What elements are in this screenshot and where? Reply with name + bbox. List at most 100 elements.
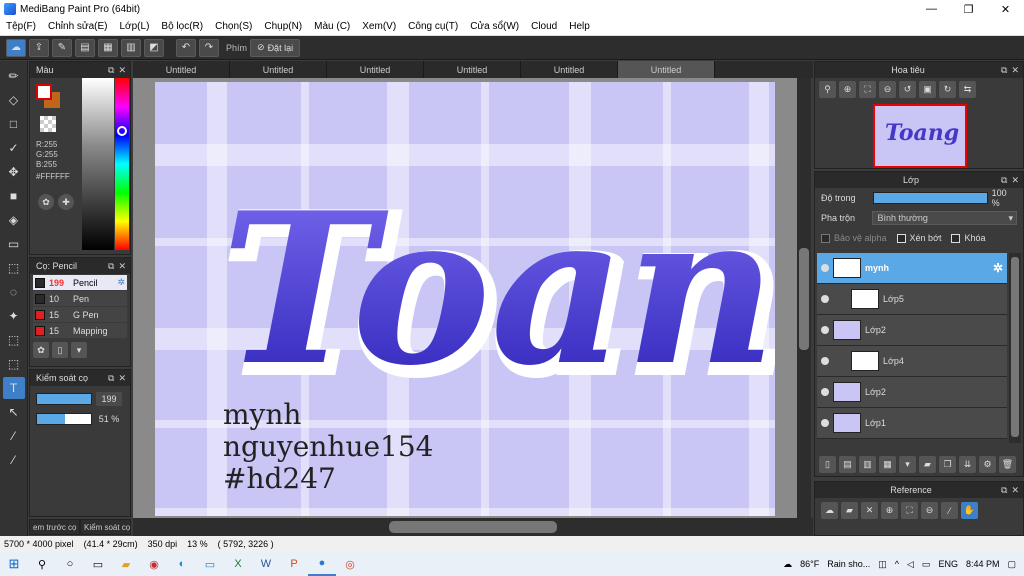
fit-icon[interactable]: ⛶ (901, 502, 918, 519)
close-icon[interactable]: ✕ (1011, 175, 1019, 186)
fit-icon[interactable]: ⛶ (859, 81, 876, 98)
brush-menu-icon[interactable]: ▾ (71, 342, 87, 358)
brush-item-mapping[interactable]: 15 Mapping (33, 323, 127, 338)
undock-icon[interactable]: ⧉ (1001, 175, 1007, 186)
layer-scrollbar[interactable] (1009, 253, 1021, 443)
gradient-tool-icon[interactable]: ▭ (3, 233, 25, 255)
artboard[interactable]: Toang Toang mynh nguyenhue154 #hd247 (155, 82, 775, 516)
redo-icon[interactable]: ↷ (199, 38, 219, 57)
excel-icon[interactable]: X (224, 552, 252, 576)
grid-icon[interactable]: ▥ (121, 38, 141, 57)
clipping-checkbox[interactable] (896, 233, 906, 243)
language-indicator[interactable]: ENG (938, 559, 958, 569)
text-box-icon[interactable]: ▤ (75, 38, 95, 57)
hand-tool-icon[interactable]: ⁄ (3, 449, 25, 471)
navigator-thumbnail[interactable]: Toang (873, 104, 967, 168)
folder-icon[interactable]: ▰ (919, 456, 936, 473)
chrome-icon[interactable]: ◎ (336, 552, 364, 576)
undock-icon[interactable]: ⧉ (1001, 65, 1007, 76)
scroll-thumb[interactable] (389, 521, 557, 533)
windows-start-icon[interactable]: ⊞ (0, 552, 28, 576)
visibility-icon[interactable] (821, 419, 829, 427)
weather-text[interactable]: Rain sho... (827, 559, 870, 569)
text-tool-icon[interactable]: T (2, 377, 25, 399)
upload-icon[interactable]: ⇪ (29, 38, 49, 57)
battery-icon[interactable]: ▭ (922, 559, 931, 570)
merge-down-icon[interactable]: ⇊ (959, 456, 976, 473)
zoom-search-icon[interactable]: ⚲ (819, 81, 836, 98)
app-icon[interactable]: ◉ (140, 552, 168, 576)
menu-window[interactable]: Cửa sổ(W) (464, 21, 525, 32)
operation-tool-icon[interactable]: ↖ (3, 401, 25, 423)
fill-rect-tool-icon[interactable]: ■ (3, 185, 25, 207)
zoom-out-icon[interactable]: ⊖ (921, 502, 938, 519)
menu-layer[interactable]: Lớp(L) (114, 21, 156, 32)
menu-cloud[interactable]: Cloud (525, 21, 563, 32)
lasso-tool-icon[interactable]: ◌ (3, 281, 25, 303)
doc-tab[interactable]: Untitled (133, 61, 230, 78)
select-eraser-tool-icon[interactable]: ⬚ (3, 353, 25, 375)
undock-icon[interactable]: ⧉ (108, 261, 114, 272)
close-icon[interactable]: ✕ (118, 261, 126, 272)
menu-snap[interactable]: Chụp(N) (258, 21, 308, 32)
horizontal-scrollbar[interactable] (133, 518, 813, 536)
hue-slider[interactable] (115, 78, 129, 250)
visibility-icon[interactable] (821, 295, 829, 303)
duplicate-layer-icon[interactable]: ❐ (939, 456, 956, 473)
menu-file[interactable]: Tệp(F) (0, 21, 42, 32)
new-halftone-layer-icon[interactable]: ▤ (839, 456, 856, 473)
bucket-tool-icon[interactable]: ◈ (3, 209, 25, 231)
zoom-in-icon[interactable]: ⊕ (839, 81, 856, 98)
add-brush-icon[interactable]: ✿ (33, 342, 49, 358)
menu-select[interactable]: Chọn(S) (209, 21, 258, 32)
eraser-tool-icon[interactable]: ◇ (3, 89, 25, 111)
menu-view[interactable]: Xem(V) (356, 21, 402, 32)
weather-temp[interactable]: 86°F (800, 559, 819, 569)
gear-icon[interactable]: ✲ (993, 261, 1007, 275)
comment-icon[interactable]: ✎ (52, 38, 72, 57)
new-8bit-layer-icon[interactable]: ▥ (859, 456, 876, 473)
cloud-icon[interactable]: ☁ (821, 502, 838, 519)
layer-item[interactable]: Lớp2 (817, 377, 1007, 408)
saturation-value-picker[interactable] (82, 78, 114, 250)
vertical-scrollbar[interactable] (797, 78, 811, 518)
layer-item[interactable]: mynh ✲ (817, 253, 1007, 284)
transparent-color-swatch[interactable] (40, 116, 56, 132)
dropper-icon[interactable]: ⁄ (941, 502, 958, 519)
layer-opacity-slider[interactable] (872, 192, 988, 204)
doc-tab[interactable]: Untitled (230, 61, 327, 78)
minimize-button[interactable]: — (913, 0, 950, 18)
gear-icon[interactable]: ✲ (117, 277, 127, 288)
panel-icon[interactable]: ▦ (98, 38, 118, 57)
layer-menu-icon[interactable]: ▾ (899, 456, 916, 473)
doc-tab[interactable]: Untitled (327, 61, 424, 78)
new-1bit-layer-icon[interactable]: ▦ (879, 456, 896, 473)
tab-brush-control[interactable]: Kiểm soát cọ (80, 519, 131, 535)
dot-tool-icon[interactable]: ✓ (3, 137, 25, 159)
monitor-icon[interactable]: ▭ (196, 552, 224, 576)
rotate-right-icon[interactable]: ↻ (939, 81, 956, 98)
layer-settings-icon[interactable]: ⚙ (979, 456, 996, 473)
chevron-up-icon[interactable]: ^ (895, 559, 899, 569)
visibility-icon[interactable] (821, 357, 829, 365)
palette-add-icon[interactable]: ✚ (58, 194, 74, 210)
select-pen-tool-icon[interactable]: ⬚ (3, 329, 25, 351)
brush-item-pen[interactable]: 10 Pen (33, 291, 127, 306)
scroll-thumb[interactable] (799, 248, 809, 350)
close-icon[interactable]: ✕ (1011, 485, 1019, 496)
cortana-icon[interactable]: ○ (56, 552, 84, 576)
menu-filter[interactable]: Bộ lọc(R) (155, 21, 209, 32)
scroll-thumb[interactable] (1011, 257, 1019, 437)
visibility-icon[interactable] (821, 264, 829, 272)
delete-layer-icon[interactable]: 🗑 (999, 456, 1016, 473)
layer-item[interactable]: Lớp2 (817, 315, 1007, 346)
doc-tab[interactable]: Untitled (521, 61, 618, 78)
brush-size-slider[interactable] (36, 393, 92, 405)
canvas-area[interactable]: Toang Toang mynh nguyenhue154 #hd247 (133, 78, 797, 518)
brush-tool-icon[interactable]: ✏ (3, 65, 25, 87)
visibility-icon[interactable] (821, 326, 829, 334)
close-button[interactable]: ✕ (987, 0, 1024, 18)
undo-icon[interactable]: ↶ (176, 38, 196, 57)
cloud-icon[interactable]: ☁ (6, 38, 26, 57)
protect-alpha-checkbox[interactable] (821, 233, 830, 243)
